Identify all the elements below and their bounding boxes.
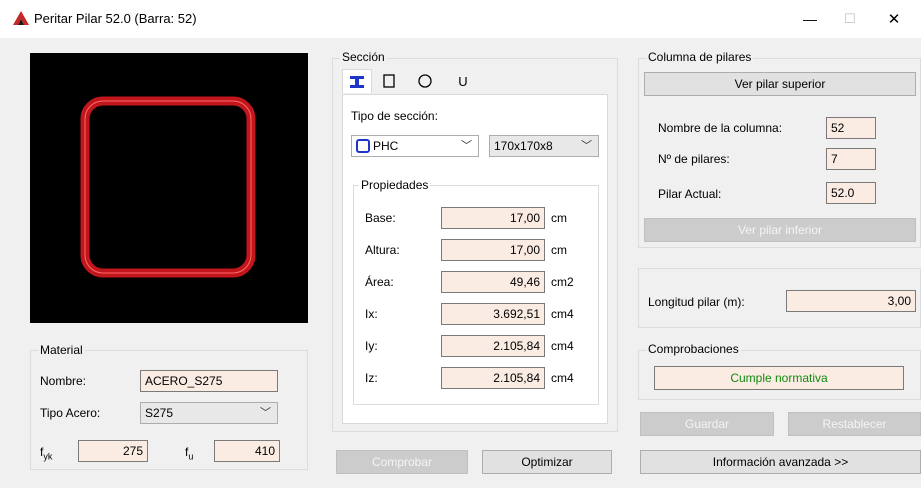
u-profile-icon: U <box>458 73 468 89</box>
tab-u-profile[interactable]: U <box>450 69 476 93</box>
property-label: Iz: <box>365 371 378 385</box>
lower-pillar-button[interactable]: Ver pilar inferior <box>644 218 916 242</box>
current-pillar-label: Pilar Actual: <box>658 187 722 201</box>
save-button[interactable]: Guardar <box>640 412 774 436</box>
property-value[interactable]: 2.105,84 <box>441 335 545 357</box>
pillar-count-field[interactable]: 7 <box>826 148 876 170</box>
pillar-length-label: Longitud pilar (m): <box>648 295 745 309</box>
column-name-field[interactable]: 52 <box>826 117 876 139</box>
property-unit: cm4 <box>551 339 574 353</box>
property-label: Iy: <box>365 339 378 353</box>
reset-button[interactable]: Restablecer <box>788 412 921 436</box>
fu-label: fu <box>185 445 194 462</box>
rectangle-section-icon <box>383 74 395 88</box>
steel-type-select[interactable]: S275 ﹀ <box>140 402 278 424</box>
steel-type-value: S275 <box>145 406 174 420</box>
pillar-length-field[interactable]: 3,00 <box>786 290 916 312</box>
app-logo-icon <box>13 11 29 25</box>
section-type-select[interactable]: PHC ﹀ <box>351 135 479 157</box>
upper-pillar-button[interactable]: Ver pilar superior <box>644 72 916 96</box>
compliance-status: Cumple normativa <box>654 366 904 390</box>
hollow-section-icon <box>356 139 370 153</box>
chevron-down-icon: ﹀ <box>581 140 592 152</box>
close-icon: ✕ <box>887 11 901 28</box>
property-label: Área: <box>365 275 394 289</box>
fyk-field[interactable]: 275 <box>78 440 148 462</box>
tab-rectangular[interactable] <box>376 69 402 93</box>
fu-field[interactable]: 410 <box>214 440 280 462</box>
checks-group-label: Comprobaciones <box>646 342 741 356</box>
fyk-label: fyk <box>40 445 53 462</box>
property-value[interactable]: 3.692,51 <box>441 303 545 325</box>
property-label: Altura: <box>365 243 400 257</box>
section-group-label: Sección <box>340 50 387 64</box>
check-button[interactable]: Comprobar <box>336 450 468 474</box>
optimize-button[interactable]: Optimizar <box>482 450 612 474</box>
minimize-button[interactable]: — <box>790 6 830 32</box>
i-profile-icon <box>350 75 364 88</box>
material-name-label: Nombre: <box>40 374 87 388</box>
property-value[interactable]: 17,00 <box>441 207 545 229</box>
title-bar: Peritar Pilar 52.0 (Barra: 52) — ☐ ✕ <box>0 0 921 38</box>
minimize-icon: — <box>803 11 817 27</box>
steel-type-label: Tipo Acero: <box>40 406 101 420</box>
window-title: Peritar Pilar 52.0 (Barra: 52) <box>34 11 197 26</box>
section-preview <box>30 53 308 323</box>
close-button[interactable]: ✕ <box>874 6 914 32</box>
current-pillar-field[interactable]: 52.0 <box>826 182 876 204</box>
advanced-info-button[interactable]: Información avanzada >> <box>640 450 921 474</box>
section-type-value: PHC <box>373 139 399 153</box>
tab-i-profile[interactable] <box>342 69 372 93</box>
section-profile-drawing <box>80 96 256 278</box>
property-unit: cm4 <box>551 371 574 385</box>
property-value[interactable]: 2.105,84 <box>441 367 545 389</box>
chevron-down-icon: ﹀ <box>461 140 472 152</box>
property-label: Ix: <box>365 307 378 321</box>
maximize-button[interactable]: ☐ <box>830 6 870 32</box>
section-tab-panel: Tipo de sección: PHC ﹀ 170x170x8 ﹀ Propi… <box>342 94 608 424</box>
column-name-label: Nombre de la columna: <box>658 121 783 135</box>
property-value[interactable]: 49,46 <box>441 271 545 293</box>
property-value[interactable]: 17,00 <box>441 239 545 261</box>
property-unit: cm <box>551 243 567 257</box>
pillar-count-label: Nº de pilares: <box>658 152 730 166</box>
section-type-label: Tipo de sección: <box>351 109 438 123</box>
circle-section-icon <box>418 74 432 88</box>
material-name-field[interactable]: ACERO_S275 <box>140 370 278 392</box>
property-unit: cm <box>551 211 567 225</box>
property-label: Base: <box>365 211 396 225</box>
material-group-label: Material <box>38 343 85 357</box>
column-group-label: Columna de pilares <box>646 50 754 64</box>
tab-circular[interactable] <box>412 69 438 93</box>
maximize-icon: ☐ <box>844 11 856 26</box>
properties-group-label: Propiedades <box>359 178 431 192</box>
property-unit: cm2 <box>551 275 574 289</box>
property-unit: cm4 <box>551 307 574 321</box>
section-size-value: 170x170x8 <box>494 139 553 153</box>
chevron-down-icon: ﹀ <box>260 407 271 419</box>
section-size-select[interactable]: 170x170x8 ﹀ <box>489 135 599 157</box>
